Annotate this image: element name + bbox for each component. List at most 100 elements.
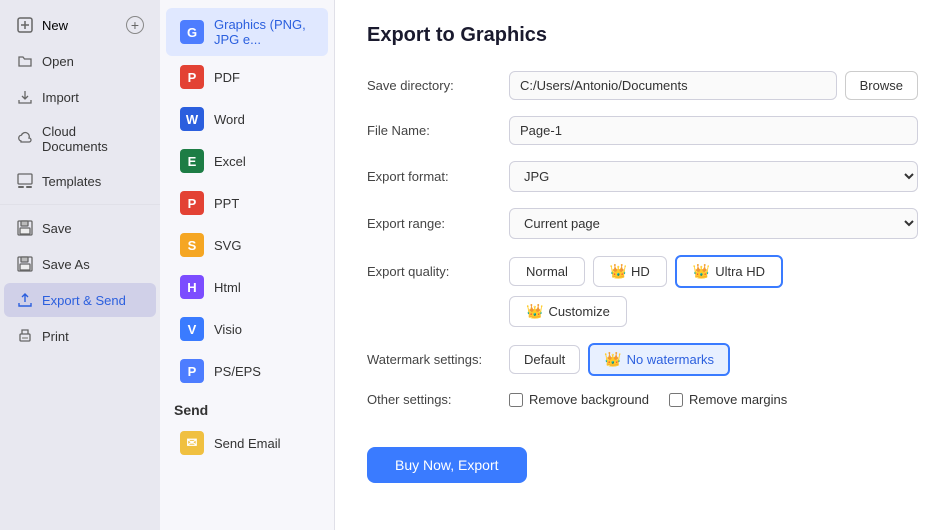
file-name-control xyxy=(509,116,918,145)
sidebar-label-import: Import xyxy=(42,90,79,105)
save-directory-row: Save directory: Browse xyxy=(367,71,918,100)
open-icon xyxy=(16,52,34,70)
export-range-control: Current page All pages Selected pages xyxy=(509,208,918,239)
file-name-input[interactable] xyxy=(509,116,918,145)
excel-file-icon: E xyxy=(180,149,204,173)
sidebar-label-templates: Templates xyxy=(42,174,101,189)
sidebar-item-new[interactable]: New + xyxy=(4,8,156,42)
new-icon xyxy=(16,16,34,34)
customize-button[interactable]: 👑 Customize xyxy=(509,296,627,327)
remove-margins-item[interactable]: Remove margins xyxy=(669,392,787,407)
sidebar-label-export: Export & Send xyxy=(42,293,126,308)
export-format-select[interactable]: JPG PNG BMP TIFF GIF xyxy=(509,161,918,192)
buy-export-button[interactable]: Buy Now, Export xyxy=(367,447,527,483)
export-range-label: Export range: xyxy=(367,216,497,231)
middle-label-visio: Visio xyxy=(214,322,242,337)
file-name-label: File Name: xyxy=(367,123,497,138)
remove-background-item[interactable]: Remove background xyxy=(509,392,649,407)
watermark-group: Default 👑 No watermarks xyxy=(509,343,730,376)
middle-item-excel[interactable]: E Excel xyxy=(166,140,328,182)
watermark-none-button[interactable]: 👑 No watermarks xyxy=(588,343,730,376)
watermark-label: Watermark settings: xyxy=(367,352,497,367)
quality-group: Normal 👑 HD 👑 Ultra HD xyxy=(509,255,783,288)
remove-background-label: Remove background xyxy=(529,392,649,407)
pdf-file-icon: P xyxy=(180,65,204,89)
ppt-file-icon: P xyxy=(180,191,204,215)
middle-item-word[interactable]: W Word xyxy=(166,98,328,140)
page-title: Export to Graphics xyxy=(367,24,918,47)
middle-item-pseps[interactable]: P PS/EPS xyxy=(166,350,328,392)
watermark-default-button[interactable]: Default xyxy=(509,345,580,374)
middle-label-svg: SVG xyxy=(214,238,241,253)
save-icon xyxy=(16,219,34,237)
middle-item-ppt[interactable]: P PPT xyxy=(166,182,328,224)
save-directory-control: Browse xyxy=(509,71,918,100)
sidebar-item-saveas[interactable]: Save As xyxy=(4,247,156,281)
middle-label-pseps: PS/EPS xyxy=(214,364,261,379)
saveas-icon xyxy=(16,255,34,273)
email-file-icon: ✉ xyxy=(180,431,204,455)
export-range-row: Export range: Current page All pages Sel… xyxy=(367,208,918,239)
html-file-icon: H xyxy=(180,275,204,299)
quality-normal-button[interactable]: Normal xyxy=(509,257,585,286)
export-quality-row: Export quality: Normal 👑 HD 👑 Ultra HD 👑… xyxy=(367,255,918,327)
middle-panel: G Graphics (PNG, JPG e... P PDF W Word E… xyxy=(160,0,335,530)
watermark-row: Watermark settings: Default 👑 No waterma… xyxy=(367,343,918,376)
middle-item-pdf[interactable]: P PDF xyxy=(166,56,328,98)
customize-crown-icon: 👑 xyxy=(526,303,543,320)
sidebar-item-save[interactable]: Save xyxy=(4,211,156,245)
sidebar-item-import[interactable]: Import xyxy=(4,80,156,114)
sidebar-item-print[interactable]: Print xyxy=(4,319,156,353)
middle-item-email[interactable]: ✉ Send Email xyxy=(166,422,328,464)
ultrahd-crown-icon: 👑 xyxy=(693,263,710,280)
import-icon xyxy=(16,88,34,106)
export-format-row: Export format: JPG PNG BMP TIFF GIF xyxy=(367,161,918,192)
visio-file-icon: V xyxy=(180,317,204,341)
print-icon xyxy=(16,327,34,345)
quality-ultrahd-button[interactable]: 👑 Ultra HD xyxy=(675,255,783,288)
export-format-label: Export format: xyxy=(367,169,497,184)
templates-icon xyxy=(16,172,34,190)
remove-margins-checkbox[interactable] xyxy=(669,393,683,407)
middle-label-email: Send Email xyxy=(214,436,280,451)
checkbox-group: Remove background Remove margins xyxy=(509,392,787,407)
sidebar-item-export[interactable]: Export & Send xyxy=(4,283,156,317)
main-content: Export to Graphics Save directory: Brows… xyxy=(335,0,950,530)
graphics-file-icon: G xyxy=(180,20,204,44)
export-range-select[interactable]: Current page All pages Selected pages xyxy=(509,208,918,239)
hd-crown-icon: 👑 xyxy=(610,263,627,279)
middle-item-visio[interactable]: V Visio xyxy=(166,308,328,350)
file-name-row: File Name: xyxy=(367,116,918,145)
middle-item-html[interactable]: H Html xyxy=(166,266,328,308)
save-directory-label: Save directory: xyxy=(367,78,497,93)
middle-item-graphics[interactable]: G Graphics (PNG, JPG e... xyxy=(166,8,328,56)
middle-label-word: Word xyxy=(214,112,245,127)
middle-label-excel: Excel xyxy=(214,154,246,169)
sidebar-item-cloud[interactable]: Cloud Documents xyxy=(4,116,156,162)
add-badge: + xyxy=(126,16,144,34)
sidebar-label-cloud: Cloud Documents xyxy=(42,124,144,154)
word-file-icon: W xyxy=(180,107,204,131)
middle-label-graphics: Graphics (PNG, JPG e... xyxy=(214,17,314,47)
remove-background-checkbox[interactable] xyxy=(509,393,523,407)
middle-item-svg[interactable]: S SVG xyxy=(166,224,328,266)
sidebar-item-open[interactable]: Open xyxy=(4,44,156,78)
remove-margins-label: Remove margins xyxy=(689,392,787,407)
other-settings-row: Other settings: Remove background Remove… xyxy=(367,392,918,407)
svg-file-icon: S xyxy=(180,233,204,257)
browse-button[interactable]: Browse xyxy=(845,71,918,100)
sidebar-item-label: New xyxy=(42,18,68,33)
pseps-file-icon: P xyxy=(180,359,204,383)
middle-label-pdf: PDF xyxy=(214,70,240,85)
send-section-label: Send xyxy=(160,392,334,422)
sidebar: New + Open Import Cloud Documents xyxy=(0,0,160,530)
quality-hd-button[interactable]: 👑 HD xyxy=(593,256,667,287)
export-icon xyxy=(16,291,34,309)
save-directory-input[interactable] xyxy=(509,71,837,100)
sidebar-label-open: Open xyxy=(42,54,74,69)
sidebar-label-saveas: Save As xyxy=(42,257,90,272)
sidebar-label-save: Save xyxy=(42,221,72,236)
middle-label-html: Html xyxy=(214,280,241,295)
export-quality-label: Export quality: xyxy=(367,264,497,279)
sidebar-item-templates[interactable]: Templates xyxy=(4,164,156,198)
